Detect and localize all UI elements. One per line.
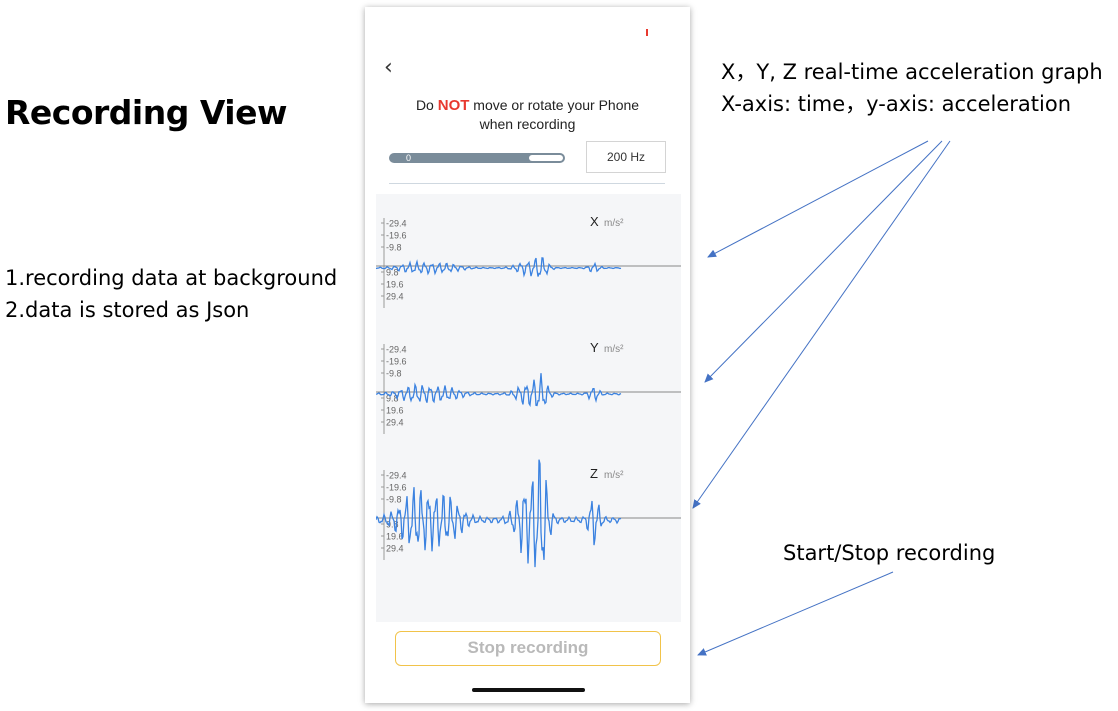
chart-tick-label: 29.4	[386, 292, 404, 302]
phone-screen: ‹ Do NOT move or rotate your Phone when …	[365, 7, 690, 703]
chart-unit-label: m/s²	[604, 218, 624, 229]
chart-tick-label: 19.6	[386, 280, 404, 290]
chart-x: Xm/s²-29.4-19.6-9.89.819.629.4	[376, 214, 681, 308]
divider	[389, 183, 665, 184]
chart-tick-label: -29.4	[386, 471, 407, 481]
chart-tick-label: -19.6	[386, 231, 407, 241]
chart-tick-label: 29.4	[386, 418, 404, 428]
acceleration-charts: Xm/s² -29.4 -19.6 -9.8 9.8 19.6 29.4 Ym/s² -29.4…	[376, 194, 681, 622]
chart-tick-label: -19.6	[386, 483, 407, 493]
chart-tick-label: -29.4	[386, 219, 407, 229]
chart-unit-label: m/s²	[604, 344, 624, 355]
arrow-to-z-chart	[692, 140, 951, 509]
arrow-to-y-chart	[704, 140, 943, 383]
chart-z: Zm/s²-29.4-19.6-9.89.819.629.4	[376, 459, 681, 568]
chart-y: Ym/s²-29.4-19.6-9.89.819.629.4	[376, 340, 681, 434]
chart-tick-label: 19.6	[386, 532, 404, 542]
chart-tick-label: 19.6	[386, 406, 404, 416]
progress-label: 0	[406, 153, 412, 163]
arrow-to-x-chart	[707, 140, 929, 258]
chart-waveform	[376, 373, 622, 408]
progress-fill	[529, 155, 563, 161]
back-button[interactable]: ‹	[384, 56, 393, 80]
recording-indicator	[646, 29, 648, 36]
recording-progress-bar: 0	[389, 153, 565, 163]
chart-tick-label: -9.8	[386, 495, 402, 505]
chart-axis-label: X	[590, 214, 599, 229]
home-indicator	[472, 688, 585, 692]
chart-waveform	[376, 257, 622, 278]
chart-tick-label: -9.8	[386, 243, 402, 253]
chart-tick-label: -29.4	[386, 345, 407, 355]
chart-axis-label: Y	[590, 340, 599, 355]
chart-axis-label: Z	[590, 466, 598, 481]
chart-tick-label: -9.8	[386, 369, 402, 379]
chart-tick-label: 29.4	[386, 544, 404, 554]
arrow-to-stop-button	[697, 571, 894, 656]
acceleration-charts-svg: Xm/s²-29.4-19.6-9.89.819.629.4Y m/s²-29.4…	[376, 214, 681, 568]
chart-tick-label: -19.6	[386, 357, 407, 367]
chevron-left-icon: ‹	[384, 55, 393, 80]
warning-text: Do NOT move or rotate your Phone when re…	[415, 97, 640, 132]
chart-waveform	[376, 459, 622, 568]
sample-rate-field[interactable]: 200 Hz	[586, 141, 666, 173]
chart-unit-label: m/s²	[604, 470, 624, 481]
stop-recording-button[interactable]: Stop recording	[395, 631, 661, 666]
warning-emphasis: NOT	[437, 97, 470, 114]
